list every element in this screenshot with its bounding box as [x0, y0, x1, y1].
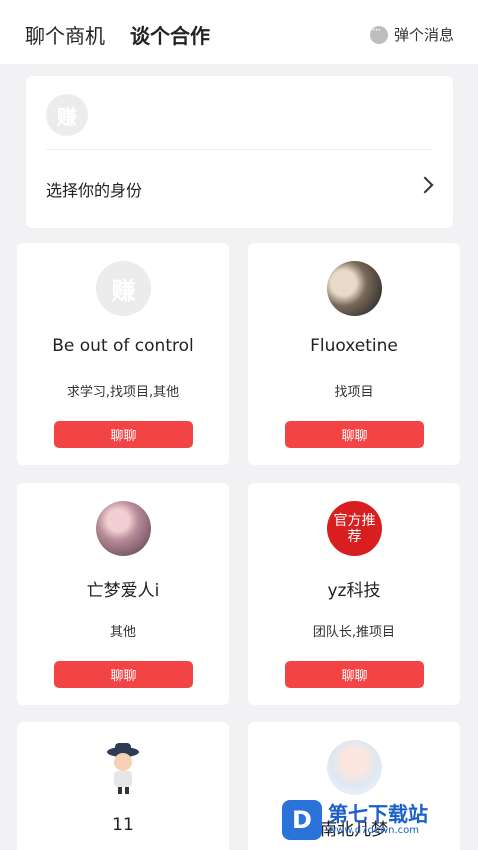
avatar [327, 261, 382, 316]
tab-chat-business[interactable]: 聊个商机 [25, 20, 105, 49]
avatar [96, 740, 151, 795]
identity-selector-card[interactable]: 赚 选择你的身份 [26, 76, 453, 228]
watermark: D 第七下载站 www.d7down.com [282, 798, 472, 842]
user-name: 11 [112, 815, 134, 835]
user-tags: 其他 [109, 625, 136, 640]
watermark-logo-icon: D [282, 800, 322, 840]
chat-button[interactable]: 聊聊 [54, 661, 193, 688]
user-card[interactable]: 赚 Be out of control 求学习,找项目,其他 聊聊 [17, 243, 229, 465]
chat-bubble-icon [369, 23, 388, 44]
watermark-url: www.d7down.com [328, 825, 420, 836]
tab-talk-cooperate[interactable]: 谈个合作 [130, 20, 210, 49]
message-button[interactable]: 弹个消息 [369, 23, 454, 45]
chat-button[interactable]: 聊聊 [285, 661, 424, 688]
chat-button[interactable]: 聊聊 [54, 421, 193, 448]
earn-badge-icon: 赚 [46, 94, 88, 136]
divider [46, 149, 433, 150]
user-tags: 求学习,找项目,其他 [66, 385, 180, 400]
user-tags: 找项目 [334, 385, 374, 400]
identity-label: 选择你的身份 [46, 181, 143, 200]
official-recommend-avatar: 官方推荐 [327, 501, 382, 556]
message-label: 弹个消息 [393, 26, 454, 44]
avatar [96, 501, 151, 556]
avatar: 赚 [96, 261, 151, 316]
user-name: yz科技 [327, 581, 381, 601]
user-tags: 团队长,推项目 [312, 625, 396, 640]
cartoon-avatar-icon [107, 743, 139, 794]
chevron-right-icon [416, 176, 434, 194]
user-name: Be out of control [52, 336, 194, 356]
user-card[interactable]: Fluoxetine 找项目 聊聊 [248, 243, 460, 465]
user-card[interactable]: 官方推荐 yz科技 团队长,推项目 聊聊 [248, 483, 460, 705]
chat-button[interactable]: 聊聊 [285, 421, 424, 448]
user-card[interactable]: 11 [17, 722, 229, 850]
top-bar: 聊个商机 谈个合作 弹个消息 [0, 0, 478, 64]
watermark-title: 第七下载站 [328, 802, 428, 826]
user-card[interactable]: 亡梦爱人i 其他 聊聊 [17, 483, 229, 705]
avatar [327, 740, 382, 795]
user-name: Fluoxetine [310, 336, 398, 356]
user-name: 亡梦爱人i [86, 581, 160, 601]
